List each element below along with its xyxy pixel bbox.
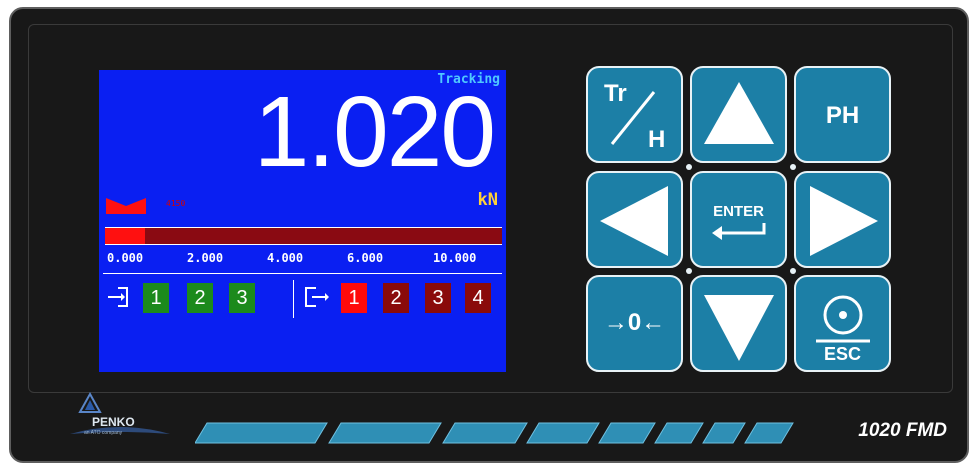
scale-label: 6.000	[347, 251, 384, 265]
output-arrow-icon	[305, 287, 329, 307]
zero-button[interactable]: →0←	[586, 275, 683, 372]
enter-button[interactable]: ENTER	[690, 171, 787, 268]
output-indicator-3: 3	[425, 283, 451, 313]
model-label: 1020 FMD	[858, 420, 947, 441]
scale-label: 2.000	[187, 251, 224, 265]
scale-label: 4.000	[267, 251, 304, 265]
down-button[interactable]	[690, 275, 787, 372]
input-indicator-1: 1	[143, 283, 169, 313]
esc-label: ESC	[823, 344, 861, 364]
input-arrow-icon	[108, 287, 128, 307]
load-bar-fill	[105, 228, 145, 244]
lcd-screen: Tracking 1.020 kN 4150 0.000 2.000 4.000…	[99, 70, 506, 372]
arrow-right-icon	[810, 186, 878, 256]
input-indicator-2: 2	[187, 283, 213, 313]
enter-return-icon	[712, 223, 766, 240]
arrow-down-icon	[704, 295, 774, 361]
keypad-dot	[790, 164, 796, 170]
io-separator	[293, 280, 294, 318]
arrow-left-icon	[600, 186, 668, 256]
peak-hold-label: PH	[825, 102, 860, 129]
up-button[interactable]	[690, 66, 787, 163]
keypad-dot	[686, 164, 692, 170]
esc-button[interactable]: ESC	[794, 275, 891, 372]
keypad-dot	[790, 268, 796, 274]
keypad: Tr H PH ENTER →0← ESC	[584, 65, 895, 378]
led-slots	[195, 422, 794, 444]
brand-name: PENKO	[92, 415, 135, 429]
unit-label: kN	[477, 190, 498, 210]
output-indicator-4: 4	[465, 283, 491, 313]
tare-hold-button[interactable]: Tr H	[586, 66, 683, 163]
hold-label: H	[648, 126, 666, 153]
left-button[interactable]	[586, 171, 683, 268]
slash-icon	[610, 91, 656, 145]
scale-label: 10.000	[433, 251, 477, 265]
peak-value: 4150	[166, 199, 186, 208]
peak-marker-icon	[106, 198, 146, 214]
brand-subtitle: an ATO company	[84, 430, 123, 436]
output-indicator-1: 1	[341, 283, 367, 313]
output-indicator-2: 2	[383, 283, 409, 313]
weight-reading: 1.020	[253, 76, 496, 188]
arrow-up-icon	[704, 82, 774, 144]
input-indicator-3: 3	[229, 283, 255, 313]
zero-label: →0←	[603, 309, 666, 336]
lcd-divider	[103, 273, 502, 274]
peak-hold-button[interactable]: PH	[794, 66, 891, 163]
right-button[interactable]	[794, 171, 891, 268]
load-bar	[105, 227, 502, 245]
scale-labels: 0.000 2.000 4.000 6.000 10.000	[107, 251, 502, 265]
scale-label: 0.000	[107, 251, 144, 265]
keypad-dot	[686, 268, 692, 274]
